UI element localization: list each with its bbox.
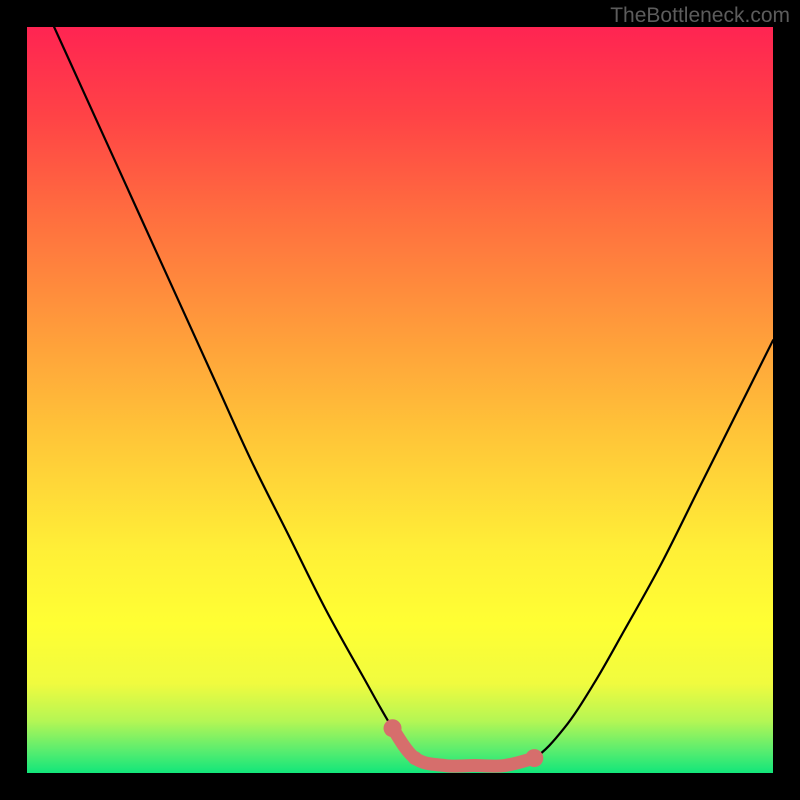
highlight-dot	[384, 719, 402, 737]
plot-area	[27, 27, 773, 773]
watermark-text: TheBottleneck.com	[610, 4, 790, 28]
chart-svg	[27, 27, 773, 773]
highlight-dot	[408, 751, 422, 765]
chart-background	[27, 27, 773, 773]
chart-frame: TheBottleneck.com	[0, 0, 800, 800]
highlight-dot	[525, 749, 543, 767]
